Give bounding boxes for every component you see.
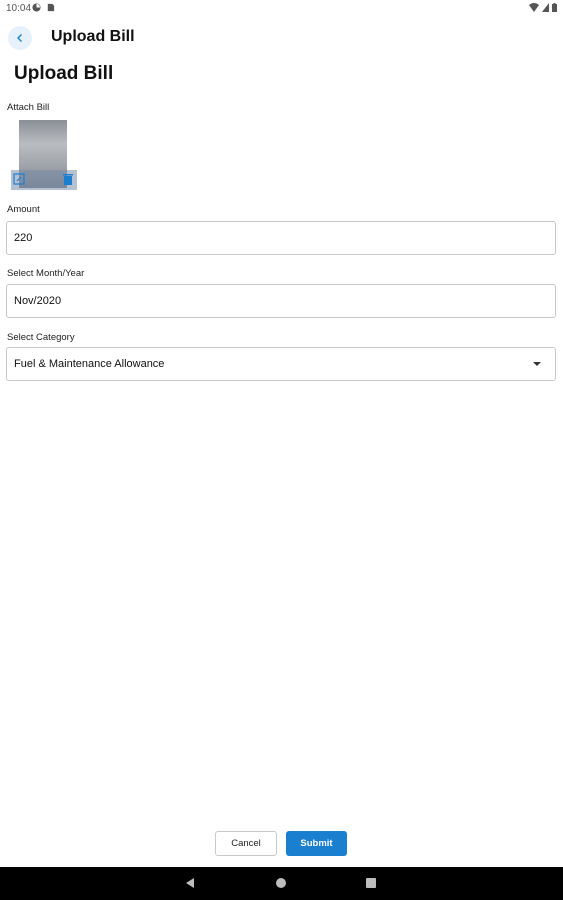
app-bar-title: Upload Bill <box>51 28 135 45</box>
edit-icon[interactable] <box>13 173 25 185</box>
amount-input[interactable]: 220 <box>6 221 556 255</box>
cancel-button[interactable]: Cancel <box>215 831 277 856</box>
category-value: Fuel & Maintenance Allowance <box>14 358 165 370</box>
status-time: 10:04 <box>6 3 32 14</box>
battery-icon <box>552 3 557 12</box>
back-button[interactable] <box>8 26 32 50</box>
category-select[interactable]: Fuel & Maintenance Allowance <box>6 347 556 381</box>
signal-icon <box>542 3 549 12</box>
month-year-input[interactable]: Nov/2020 <box>6 284 556 318</box>
sim-icon <box>47 3 55 12</box>
system-nav-bar <box>0 867 563 900</box>
chevron-left-icon <box>17 34 22 42</box>
nav-home-icon[interactable] <box>276 878 286 888</box>
category-label: Select Category <box>7 332 75 343</box>
app-bar: Upload Bill <box>0 18 563 56</box>
dropdown-arrow-icon <box>533 362 541 366</box>
delete-icon[interactable] <box>63 173 73 185</box>
submit-button[interactable]: Submit <box>286 831 347 856</box>
attach-bill-label: Attach Bill <box>7 102 50 113</box>
notification-icon <box>32 3 41 12</box>
nav-recents-icon[interactable] <box>366 878 376 888</box>
status-bar: 10:04 <box>0 0 563 18</box>
amount-label: Amount <box>7 204 40 215</box>
bill-thumbnail[interactable] <box>11 118 77 190</box>
status-icons <box>529 3 557 12</box>
page-title: Upload Bill <box>14 63 114 84</box>
month-year-label: Select Month/Year <box>7 268 85 279</box>
wifi-icon <box>529 3 539 12</box>
nav-back-icon[interactable] <box>186 878 194 888</box>
